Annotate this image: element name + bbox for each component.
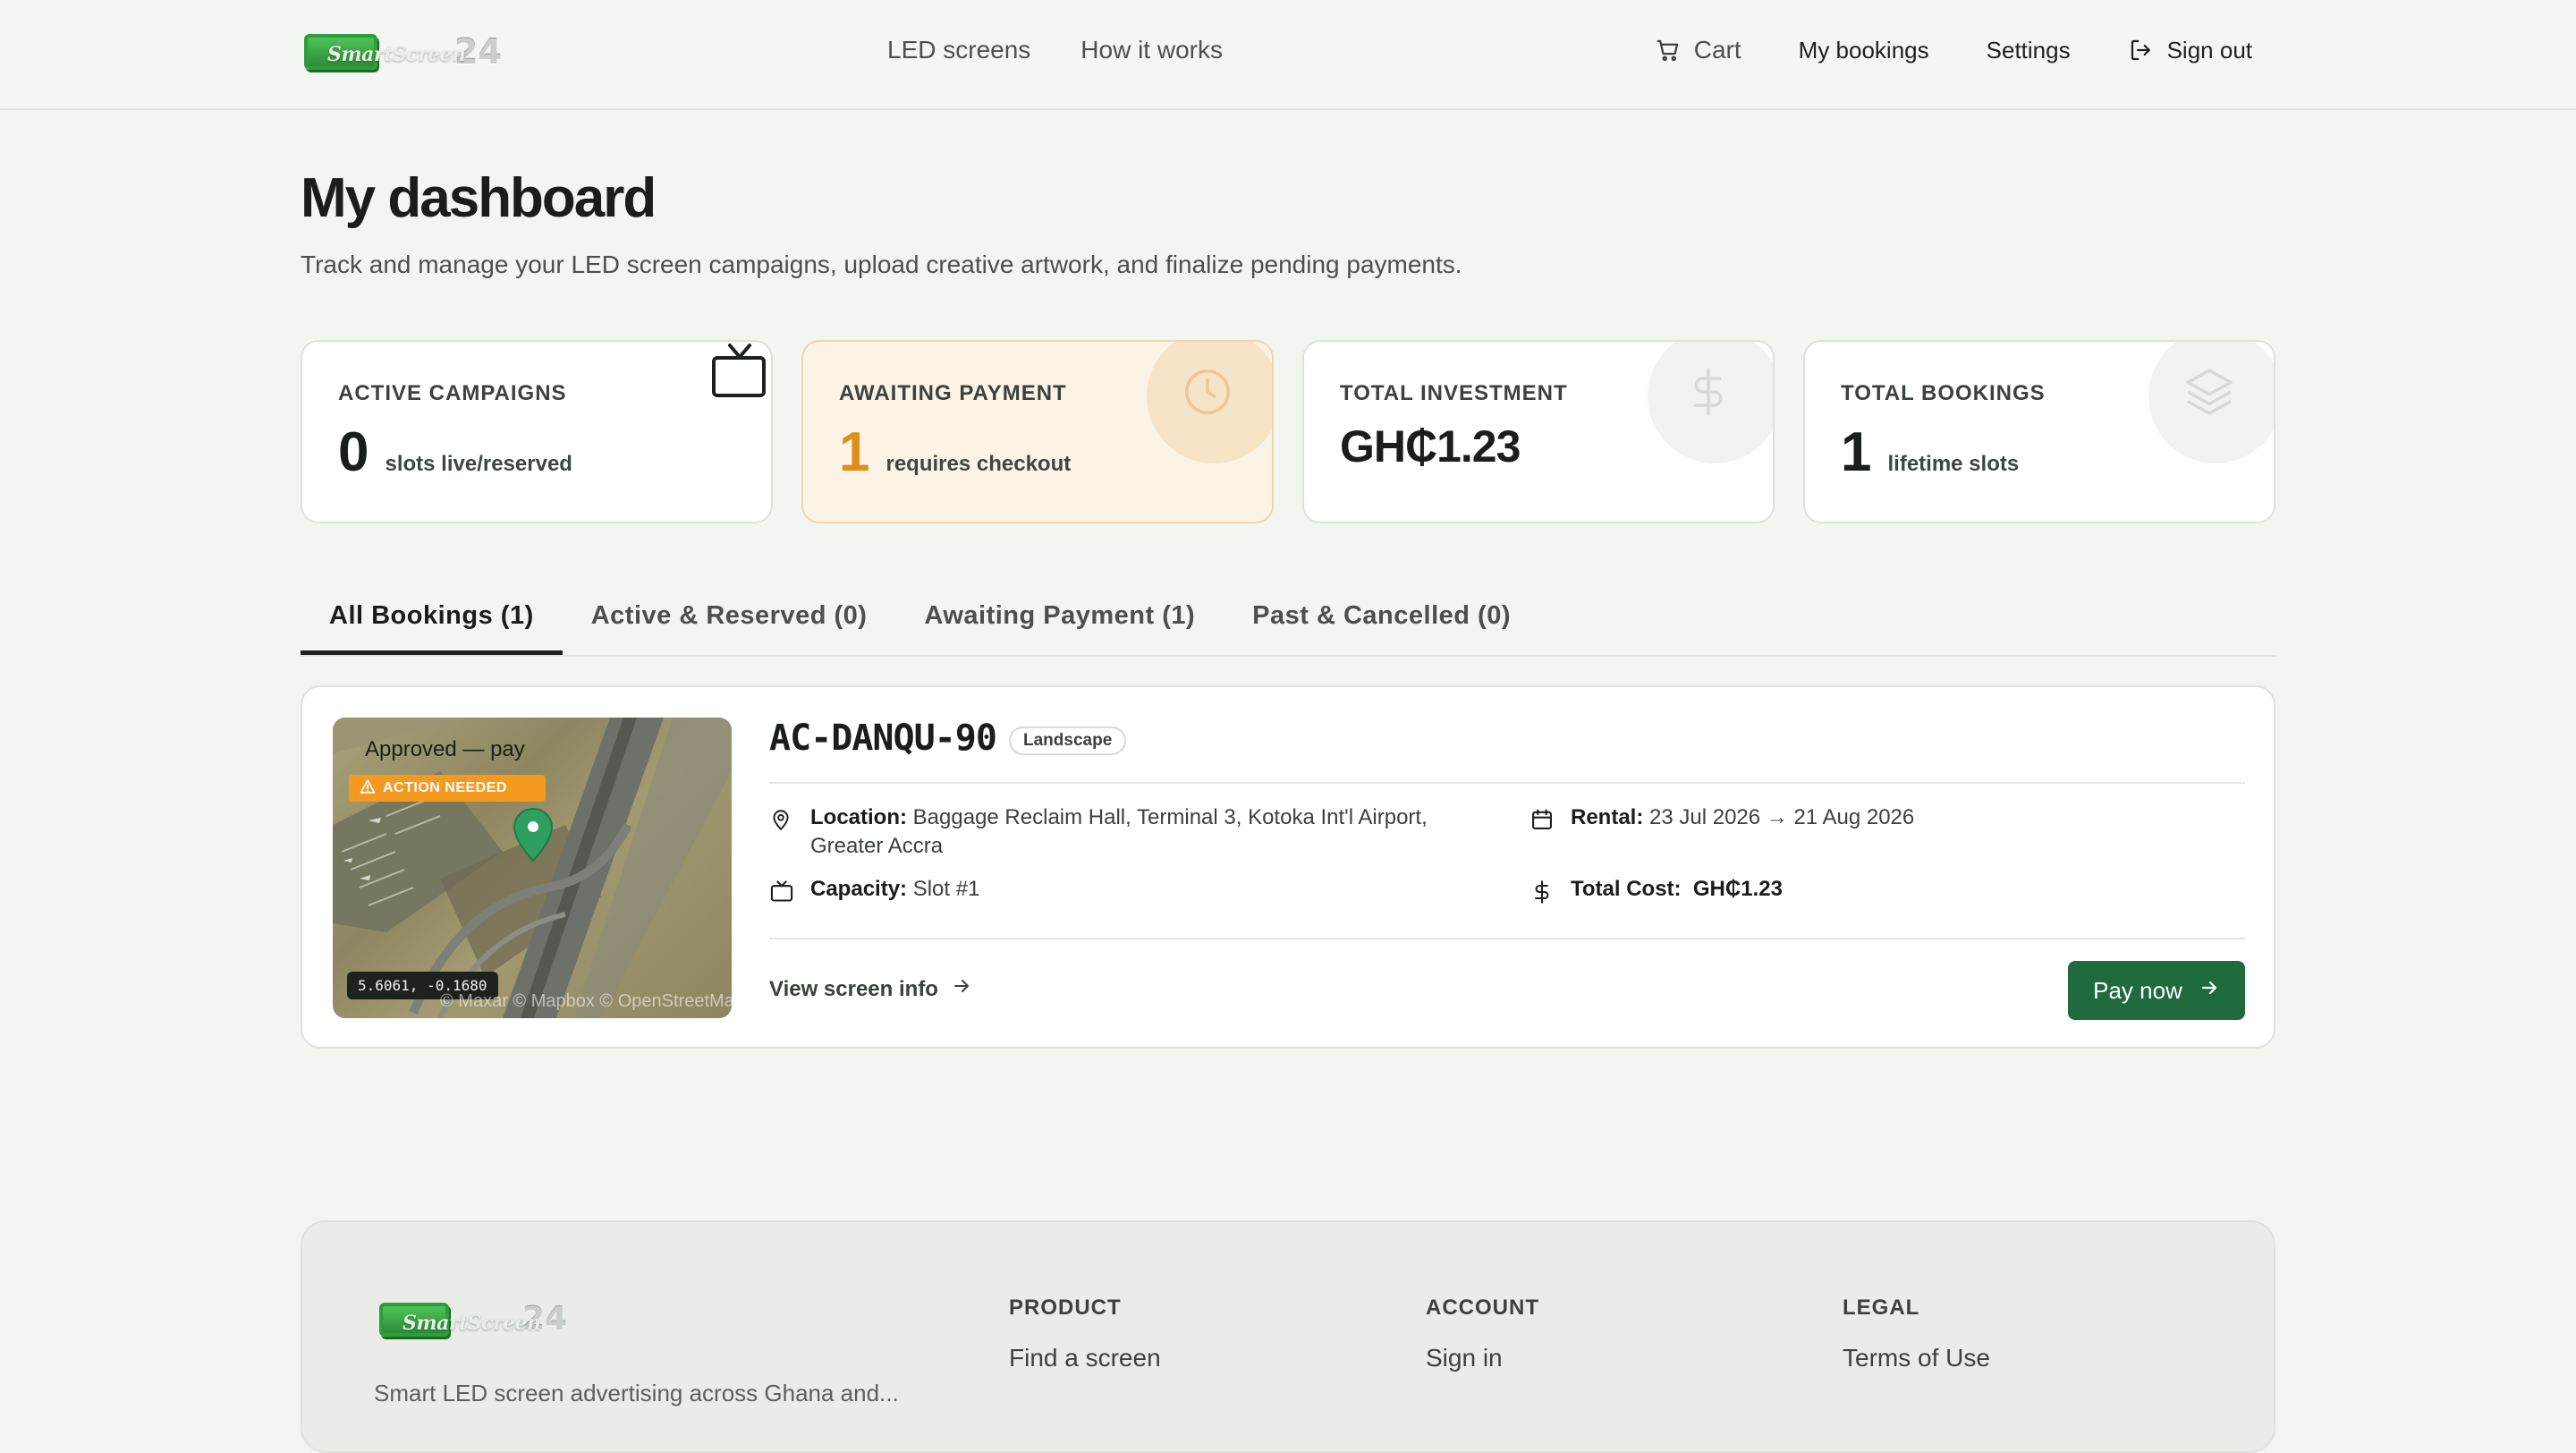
total-cost-label: Total Cost: [1571,877,1682,901]
screen-location-map[interactable]: Approved — pay ACTION NEEDED 5.6061, -0.… [333,718,732,1018]
nav-link-how-it-works[interactable]: How it works [1080,36,1223,64]
stat-value: GH₵1.23 [1340,421,1521,472]
dollar-small-icon [1530,875,1556,913]
stat-value: 0 [338,421,369,483]
nav-right-links: Cart My bookings Settings Sign out [1655,36,2252,64]
total-cost-text: Total Cost: GH₵1.23 [1571,875,1783,913]
dollar-icon [1648,342,1773,463]
view-screen-info-link[interactable]: View screen info [769,975,972,1003]
stat-card-awaiting-payment: AWAITING PAYMENT 1 requires checkout [801,340,1274,523]
stat-card-total-investment: TOTAL INVESTMENT GH₵1.23 [1302,340,1775,523]
site-footer: SmartScreen 24 Smart LED screen advertis… [301,1220,2275,1453]
warning-icon [360,778,376,799]
stat-unit: lifetime slots [1887,452,2020,476]
stat-value-row: 0 slots live/reserved [338,421,572,484]
pay-now-label: Pay now [2093,976,2182,1004]
logo-badge: SmartScreen [304,34,466,70]
location-text: Location: Baggage Reclaim Hall, Terminal… [810,803,1467,861]
page-subtitle: Track and manage your LED screen campaig… [301,251,1462,278]
rental-label: Rental: [1571,805,1644,829]
tab-past-cancelled[interactable]: Past & Cancelled (0) [1224,580,1539,655]
booking-status-text: Approved — pay [365,737,525,761]
top-nav: SmartScreen 24 LED screens How it works … [0,0,2576,110]
stat-unit: requires checkout [886,452,1072,476]
capacity-value: Slot #1 [912,877,980,901]
detail-capacity: Capacity: Slot #1 [769,875,979,912]
footer-heading: PRODUCT [1009,1296,1122,1320]
logo-word: SmartScreen [327,43,466,66]
arrow-right-icon [2199,977,2220,1005]
total-cost-value: GH₵1.23 [1692,877,1783,901]
footer-column-account: ACCOUNT Sign in [1426,1296,1539,1372]
logo-word: SmartScreen [402,1311,541,1335]
brand-logo[interactable]: SmartScreen 24 [304,32,502,72]
footer-tagline: Smart LED screen advertising across Ghan… [374,1380,899,1406]
stat-value: 1 [839,421,870,483]
footer-heading: LEGAL [1843,1296,1920,1320]
stat-label: TOTAL BOOKINGS [1841,381,2046,405]
footer-link-sign-in[interactable]: Sign in [1426,1344,1539,1372]
rental-value: 23 Jul 2026 → 21 Aug 2026 [1649,805,1915,829]
tab-active-reserved[interactable]: Active & Reserved (0) [563,580,896,655]
tab-awaiting-payment[interactable]: Awaiting Payment (1) [895,580,1224,655]
detail-rental: Rental: 23 Jul 2026 → 21 Aug 2026 [1530,803,1914,840]
footer-column-product: PRODUCT Find a screen [1009,1296,1161,1372]
booking-card: Approved — pay ACTION NEEDED 5.6061, -0.… [301,685,2275,1049]
logo-badge: SmartScreen [379,1302,541,1337]
footer-link-terms[interactable]: Terms of Use [1843,1344,1990,1372]
tv-icon [710,342,769,404]
map-attribution: © Maxar © Mapbox © OpenStreetMap [440,991,732,1011]
view-screen-info-label: View screen info [769,976,938,1001]
stat-value-row: GH₵1.23 [1340,421,1521,472]
nav-center-links: LED screens How it works [887,36,1223,64]
settings-link[interactable]: Settings [1987,37,2071,64]
footer-logo[interactable]: SmartScreen 24 [379,1301,567,1338]
stat-label: AWAITING PAYMENT [839,381,1067,405]
pay-now-button[interactable]: Pay now [2068,961,2245,1020]
detail-total-cost: Total Cost: GH₵1.23 [1530,875,1783,913]
footer-column-legal: LEGAL Terms of Use [1843,1296,1990,1372]
stat-card-total-bookings: TOTAL BOOKINGS 1 lifetime slots [1803,340,2275,523]
stat-label: ACTIVE CAMPAIGNS [338,381,567,405]
stat-unit: slots live/reserved [385,452,572,476]
divider [769,782,2245,784]
my-bookings-link[interactable]: My bookings [1799,37,1929,64]
map-pin-outline-icon [769,803,796,861]
sign-out-button[interactable]: Sign out [2128,37,2252,64]
clock-icon [1147,342,1272,463]
footer-link-find-a-screen[interactable]: Find a screen [1009,1344,1161,1372]
page-title: My dashboard [301,167,657,229]
map-pin-icon [512,807,555,869]
action-needed-badge: ACTION NEEDED [349,775,546,802]
stat-value-row: 1 requires checkout [839,421,1071,484]
sign-out-icon [2128,37,2155,64]
nav-link-led-screens[interactable]: LED screens [887,36,1030,64]
layers-icon [2148,342,2274,463]
arrow-right-icon [951,975,972,1003]
footer-heading: ACCOUNT [1426,1296,1539,1320]
booking-tabs: All Bookings (1) Active & Reserved (0) A… [301,580,2275,657]
tab-all-bookings[interactable]: All Bookings (1) [301,580,563,655]
sign-out-label: Sign out [2166,36,2252,64]
stat-label: TOTAL INVESTMENT [1340,381,1568,405]
action-badge-label: ACTION NEEDED [383,780,507,795]
tv-small-icon [769,875,796,912]
detail-location: Location: Baggage Reclaim Hall, Terminal… [769,803,1467,861]
orientation-badge: Landscape [1009,726,1127,755]
cart-button[interactable]: Cart [1655,36,1741,64]
stat-value: 1 [1841,421,1872,483]
location-label: Location: [810,805,907,829]
calendar-icon [1530,803,1556,840]
screen-code: AC-DANQU-90 [769,718,997,759]
stats-row: ACTIVE CAMPAIGNS 0 slots live/reserved A… [301,340,2275,523]
cart-label: Cart [1693,36,1741,64]
capacity-text: Capacity: Slot #1 [810,875,979,912]
rental-text: Rental: 23 Jul 2026 → 21 Aug 2026 [1571,803,1914,840]
divider [769,938,2245,939]
stat-card-active-campaigns: ACTIVE CAMPAIGNS 0 slots live/reserved [301,340,773,523]
capacity-label: Capacity: [810,877,908,901]
stat-value-row: 1 lifetime slots [1841,421,2019,484]
cart-icon [1655,37,1682,64]
